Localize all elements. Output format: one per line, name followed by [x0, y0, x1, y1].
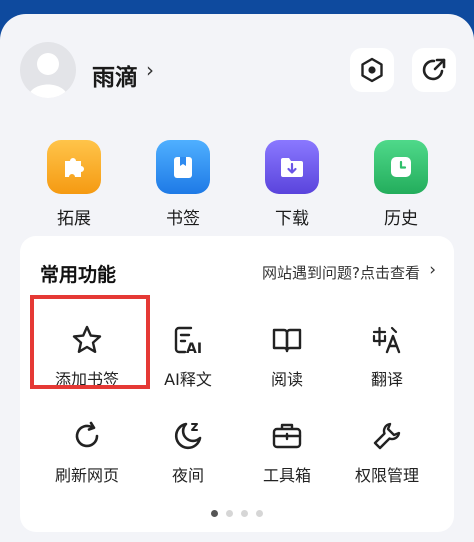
share-arrow-icon [422, 58, 446, 81]
chevron-right-icon[interactable]: › [146, 58, 154, 82]
refresh-icon [75, 421, 99, 448]
function-label: 翻译 [370, 370, 403, 389]
quick-action-label: 拓展 [57, 209, 91, 229]
page-dot[interactable] [226, 510, 233, 517]
tile [156, 140, 210, 194]
tile [47, 140, 101, 194]
page-dot[interactable] [211, 510, 218, 517]
toolbox-button[interactable]: 工具箱 [232, 416, 342, 486]
quick-action-label: 书签 [166, 209, 200, 229]
function-label: 阅读 [270, 370, 303, 389]
quick-action-bookmarks[interactable]: 书签 [143, 140, 223, 229]
function-label: 权限管理 [354, 466, 419, 485]
chevron-right-icon[interactable]: › [429, 260, 436, 280]
share-button[interactable] [412, 48, 456, 92]
username[interactable]: 雨滴 [92, 58, 138, 92]
translate-button[interactable]: 翻译 [332, 320, 442, 390]
hexagon-settings-icon [361, 57, 383, 83]
toolbox-icon [272, 423, 302, 449]
tile [265, 140, 319, 194]
svg-text:AI: AI [186, 341, 202, 357]
page-dot[interactable] [256, 510, 263, 517]
card-title: 常用功能 [40, 264, 117, 286]
quick-action-history[interactable]: 历史 [361, 140, 441, 229]
download-folder-icon [281, 158, 303, 177]
reading-mode-button[interactable]: 阅读 [232, 320, 342, 390]
bookmark-icon [174, 157, 192, 178]
function-label: 刷新网页 [54, 466, 119, 485]
wrench-icon [373, 422, 401, 450]
quick-action-downloads[interactable]: 下载 [252, 140, 332, 229]
clock-icon [391, 157, 411, 177]
user-silhouette-icon [28, 53, 68, 98]
highlight-box [30, 295, 150, 389]
function-label: 工具箱 [262, 466, 311, 485]
avatar[interactable] [20, 42, 76, 98]
pagination-dots [20, 502, 454, 521]
night-mode-button[interactable]: 夜间 [133, 416, 243, 486]
permissions-button[interactable]: 权限管理 [332, 416, 442, 486]
site-problem-link[interactable]: 网站遇到问题?点击查看 [262, 262, 420, 283]
moon-icon [174, 422, 202, 450]
settings-button[interactable] [350, 48, 394, 92]
tile [374, 140, 428, 194]
ai-document-icon: AI [174, 326, 202, 357]
quick-action-label: 历史 [384, 209, 418, 229]
puzzle-icon [65, 158, 84, 177]
quick-action-label: 下载 [275, 209, 309, 229]
function-label: 夜间 [171, 466, 204, 485]
menu-sheet: 雨滴 › 拓展 书签 下载 历史 常用功能 网站遇到问题?点击查看 › 添加书签… [0, 14, 474, 542]
page-dot[interactable] [241, 510, 248, 517]
translate-icon [372, 326, 401, 354]
quick-action-extensions[interactable]: 拓展 [34, 140, 114, 229]
book-icon [272, 328, 302, 353]
refresh-page-button[interactable]: 刷新网页 [32, 416, 142, 486]
